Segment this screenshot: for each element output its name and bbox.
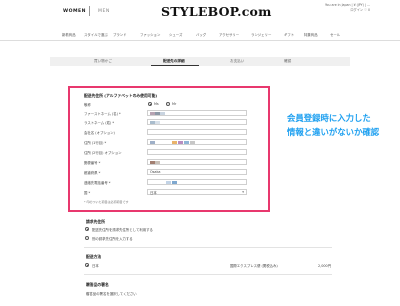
shipping-address-title: 配送先住所 (アルファベットのみ使用可能) (84, 93, 158, 98)
step-shipping-details: 配送先の詳細 (163, 59, 185, 63)
lastname-input[interactable] (147, 119, 247, 125)
gift-text: 贈答品の署名を選択してください (86, 292, 137, 296)
site-logo[interactable]: STYLEBOP.com (161, 4, 272, 19)
address2-input[interactable] (147, 149, 247, 155)
top-header: WOMEN MEN STYLEBOP.com You are in Japan … (0, 0, 400, 24)
redacted-block (155, 121, 160, 124)
chevron-down-icon: ▾ (242, 190, 244, 194)
shipping-price: 2,000円 (318, 264, 332, 268)
company-label: 会社名 (オプション) (84, 131, 115, 135)
lastname-label: ラストネーム (姓) * (84, 121, 115, 125)
divider (84, 247, 332, 248)
redacted-block (150, 141, 155, 144)
women-link[interactable]: WOMEN (63, 9, 86, 14)
shipping-option-label: 日本 (92, 264, 99, 268)
nav-item-bags[interactable]: バッグ (196, 32, 206, 37)
city-input[interactable]: Osaka (147, 169, 247, 175)
gender-ms-label: Ms (154, 102, 159, 106)
gender-mr-radio[interactable] (166, 102, 170, 106)
address2-label: 住所 (2行目) オプション (84, 151, 122, 155)
nav-item-shoes[interactable]: シューズ (169, 32, 182, 37)
shipping-method-title: 配送方法 (86, 254, 102, 259)
nav-item-lingerie[interactable]: ランジェリー (251, 32, 271, 37)
shipping-japan-radio[interactable] (85, 263, 89, 267)
address1-label: 住所 (1行目) * (84, 141, 107, 145)
nav-item-fashion[interactable]: ファッション (140, 32, 160, 37)
nav-item-special[interactable]: 特集商品 (304, 32, 318, 37)
annotation-line-1: 会員登録時に入力した (287, 113, 371, 123)
nav-item-accessories[interactable]: アクセサリー (219, 32, 239, 37)
city-label: 都道府県 * (84, 171, 101, 175)
nav-item-sale[interactable]: セール (330, 32, 340, 37)
divider (84, 274, 332, 275)
required-note: * 印のついた項目は必須項目です (84, 200, 129, 204)
redacted-block (172, 141, 177, 144)
billing-other-label: 別の請求先住所を入力する (92, 237, 133, 241)
annotation-text: 会員登録時に入力した 情報と違いがないか確認 (287, 111, 379, 139)
address1-input[interactable] (147, 139, 247, 145)
billing-other-radio[interactable] (85, 236, 89, 240)
nav-item-new[interactable]: 新着商品 (62, 32, 76, 37)
step-cart[interactable]: 買い物かご (94, 59, 112, 64)
men-link[interactable]: MEN (98, 9, 110, 14)
firstname-label: ファーストネーム (名) * (84, 112, 121, 116)
country-select[interactable]: 日本 ▾ (147, 189, 247, 195)
step-payment: お支払い (230, 59, 245, 63)
redacted-block (178, 141, 183, 144)
active-step-indicator (151, 65, 199, 66)
step-confirm: 確認 (284, 59, 292, 63)
billing-same-radio[interactable] (85, 227, 89, 231)
login-wishlist[interactable]: ログイン ♡ 0 (325, 8, 370, 13)
gift-title: 贈答品の署名 (86, 282, 109, 287)
zip-label: 郵便番号 * (84, 161, 101, 165)
phone-input[interactable] (147, 179, 247, 185)
shipping-carrier: 国際エクスプレス便 (関税込み) (230, 264, 278, 268)
checkout-steps: 買い物かご 配送先の詳細 お支払い 確認 (50, 57, 350, 66)
redacted-block (155, 161, 160, 164)
account-info: You are in Japan | ¥ (JPY) | ... ログイン ♡ … (325, 3, 370, 13)
redacted-block (166, 181, 171, 184)
billing-title: 請求先住所 (86, 219, 105, 224)
country-value: 日本 (150, 191, 157, 195)
nav-item-brand[interactable]: ブランド (113, 32, 127, 37)
gender-label: 敬称 (84, 103, 91, 107)
city-value: Osaka (150, 170, 161, 174)
redacted-block (184, 141, 189, 144)
redacted-block (172, 181, 177, 184)
annotation-line-2: 情報と違いがないか確認 (287, 127, 380, 137)
gender-divider (89, 6, 90, 16)
firstname-input[interactable] (147, 110, 247, 116)
redacted-block (190, 141, 195, 144)
country-label: 国 * (84, 191, 91, 195)
zip-input[interactable] (147, 159, 247, 165)
company-input[interactable] (147, 129, 247, 135)
main-nav: 新着商品 スタイルで選ぶ ブランド ファッション シューズ バッグ アクセサリー… (0, 31, 400, 41)
gender-ms-radio[interactable] (148, 102, 152, 106)
billing-same-label: 配送先住所を請求先住所として利用する (92, 228, 153, 232)
redacted-block (160, 112, 165, 115)
nav-item-gift[interactable]: ギフト (284, 32, 294, 37)
phone-label: 連絡先電話番号 * (84, 181, 111, 185)
nav-item-style[interactable]: スタイルで選ぶ (84, 32, 108, 37)
gender-mr-label: Mr (172, 102, 177, 106)
